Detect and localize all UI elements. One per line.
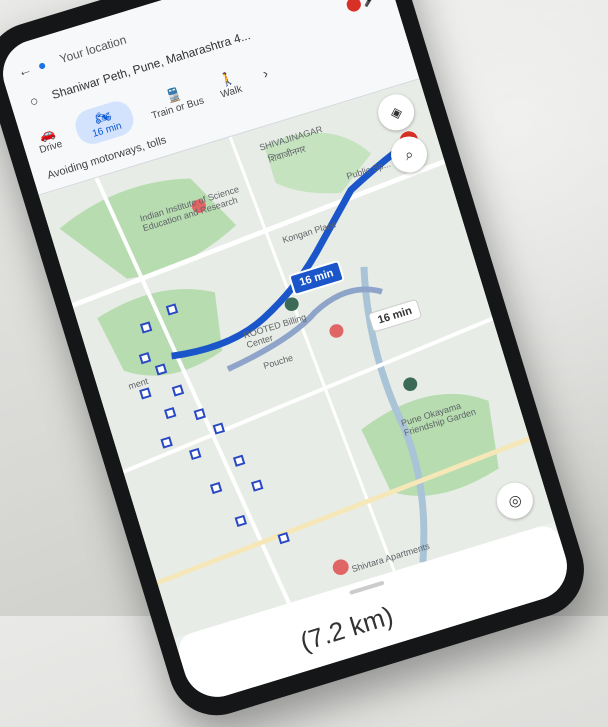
place-pin <box>329 324 344 338</box>
sheet-drag-handle[interactable] <box>349 580 385 595</box>
chevron-right-icon[interactable]: › <box>254 62 276 84</box>
place-pin <box>403 377 418 391</box>
phone-device: ← ● Your location ⇅ ○ Shaniwar Peth, Pun… <box>0 0 596 727</box>
place-pin <box>332 559 349 575</box>
layers-icon: ◈ <box>388 103 405 123</box>
mode-walk[interactable]: 🚶 Walk <box>215 68 243 100</box>
location-target-icon: ◎ <box>506 491 524 512</box>
phone-screen: ← ● Your location ⇅ ○ Shaniwar Peth, Pun… <box>0 0 576 706</box>
mode-motorbike[interactable]: 🏍 16 min <box>71 96 138 148</box>
destination-circle-icon: ○ <box>27 91 41 110</box>
route-distance: (7.2 km) <box>296 600 397 657</box>
search-icon: ⌕ <box>402 145 416 164</box>
mode-drive[interactable]: 🚗 Drive <box>33 123 64 156</box>
origin-dot-icon: ● <box>35 56 49 74</box>
mode-transit[interactable]: 🚆 Train or Bus <box>146 80 205 121</box>
